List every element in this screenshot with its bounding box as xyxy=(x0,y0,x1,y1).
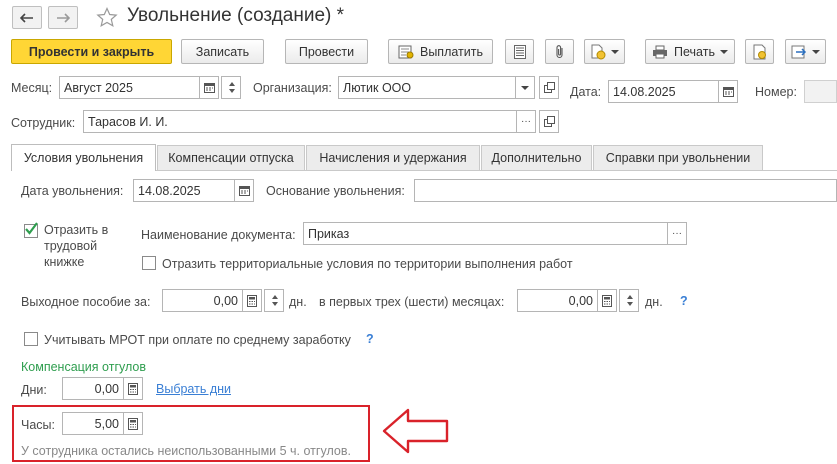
export-icon xyxy=(791,45,807,58)
document-name-field[interactable]: Приказ xyxy=(303,222,668,245)
calendar-icon xyxy=(722,87,734,97)
month-label: Месяц: xyxy=(11,81,53,95)
print-button[interactable]: Печать xyxy=(645,39,735,64)
select-days-link[interactable]: Выбрать дни xyxy=(156,382,231,396)
mrot-label: Учитывать МРОТ при оплате по среднему за… xyxy=(44,333,351,347)
calculator-icon xyxy=(602,294,612,307)
calendar-icon xyxy=(238,186,250,196)
paperclip-icon xyxy=(555,45,563,59)
reflect-in-workbook-label-line1: Отразить в xyxy=(44,223,109,237)
open-link-icon xyxy=(543,82,555,93)
calculator-icon xyxy=(128,382,138,395)
severance-calculator-button[interactable] xyxy=(242,289,262,312)
organization-open-button[interactable] xyxy=(539,76,559,99)
month-field[interactable]: Август 2025 xyxy=(59,76,200,99)
employee-open-button[interactable] xyxy=(539,110,559,133)
back-button[interactable] xyxy=(12,6,42,29)
list-icon xyxy=(513,44,526,59)
first-months-spinner[interactable] xyxy=(619,289,639,312)
tab-additional[interactable]: Дополнительно xyxy=(481,145,592,170)
create-based-on-button[interactable] xyxy=(584,39,625,64)
mrot-help-icon[interactable]: ? xyxy=(366,332,374,346)
reflect-in-workbook-label-line2: трудовой xyxy=(44,239,98,253)
date-field[interactable]: 14.08.2025 xyxy=(608,80,719,103)
dismissal-reason-field[interactable] xyxy=(414,179,837,202)
printer-icon xyxy=(653,45,668,58)
month-calendar-button[interactable] xyxy=(199,76,219,99)
attach-button[interactable] xyxy=(545,39,574,64)
dismissal-date-field[interactable]: 14.08.2025 xyxy=(133,179,235,202)
severance-spinner[interactable] xyxy=(264,289,284,312)
employee-label: Сотрудник: xyxy=(11,116,76,130)
document-name-label: Наименование документа: xyxy=(141,228,296,242)
territorial-conditions-checkbox[interactable] xyxy=(142,256,156,270)
post-button[interactable]: Провести xyxy=(285,39,368,64)
page-title: Увольнение (создание) * xyxy=(127,5,345,26)
tab-dismissal-conditions[interactable]: Условия увольнения xyxy=(11,144,156,171)
report-button[interactable] xyxy=(745,39,774,64)
first-months-field[interactable]: 0,00 xyxy=(517,289,598,312)
save-button[interactable]: Записать xyxy=(181,39,264,64)
mrot-checkbox[interactable] xyxy=(24,332,38,346)
employee-field[interactable]: Тарасов И. И. xyxy=(83,110,517,133)
dismissal-date-calendar-button[interactable] xyxy=(234,179,254,202)
organization-label: Организация: xyxy=(253,81,332,95)
arrow-right-icon xyxy=(57,12,70,23)
list-button[interactable] xyxy=(505,39,534,64)
days-calculator-button[interactable] xyxy=(123,377,143,400)
remaining-days-off-note: У сотрудника остались неиспользованными … xyxy=(21,444,351,458)
chevron-down-icon xyxy=(812,49,820,54)
calendar-icon xyxy=(203,83,215,93)
document-name-select-button[interactable]: ··· xyxy=(667,222,687,245)
first-months-calculator-button[interactable] xyxy=(597,289,617,312)
days-label: Дни: xyxy=(21,383,47,397)
star-icon[interactable] xyxy=(96,7,118,28)
calculator-icon xyxy=(247,294,257,307)
severance-field[interactable]: 0,00 xyxy=(162,289,243,312)
tab-vacation-compensation[interactable]: Компенсации отпуска xyxy=(157,145,305,170)
checkmark-icon xyxy=(25,222,38,235)
chevron-down-icon xyxy=(611,49,619,54)
reflect-in-workbook-label-line3: книжке xyxy=(44,255,85,269)
dismissal-reason-label: Основание увольнения: xyxy=(266,184,405,198)
organization-field[interactable]: Лютик ООО xyxy=(338,76,516,99)
open-link-icon xyxy=(543,116,555,127)
severance-help-icon[interactable]: ? xyxy=(680,294,688,308)
month-spinner[interactable] xyxy=(221,76,241,99)
organization-dropdown-button[interactable] xyxy=(515,76,535,99)
territorial-conditions-label: Отразить территориальные условия по терр… xyxy=(162,257,573,271)
report-icon xyxy=(753,44,766,59)
chevron-down-icon xyxy=(719,49,728,54)
forward-button[interactable] xyxy=(48,6,78,29)
print-label: Печать xyxy=(674,44,715,59)
chevron-down-icon xyxy=(521,85,529,90)
comp-section-title: Компенсация отгулов xyxy=(21,360,146,374)
pay-icon xyxy=(398,45,414,58)
severance-label: Выходное пособие за: xyxy=(21,295,151,309)
date-calendar-button[interactable] xyxy=(718,80,738,103)
employee-select-button[interactable]: ··· xyxy=(516,110,536,133)
number-label: Номер: xyxy=(755,85,797,99)
dismissal-date-label: Дата увольнения: xyxy=(21,184,124,198)
post-and-close-button[interactable]: Провести и закрыть xyxy=(11,39,172,64)
pay-label: Выплатить xyxy=(419,44,483,59)
arrow-left-icon xyxy=(20,12,33,23)
reflect-in-workbook-checkbox[interactable] xyxy=(24,222,38,238)
document-create-icon xyxy=(591,44,606,59)
tab-accruals-deductions[interactable]: Начисления и удержания xyxy=(306,145,480,170)
calculator-icon xyxy=(128,417,138,430)
hours-calculator-button[interactable] xyxy=(123,412,143,435)
pay-button[interactable]: Выплатить xyxy=(388,39,493,64)
hours-field[interactable]: 5,00 xyxy=(62,412,124,435)
tab-dismissal-certificates[interactable]: Справки при увольнении xyxy=(593,145,763,170)
severance-days-unit: дн. xyxy=(289,295,307,309)
arrow-left-annotation-icon xyxy=(382,408,449,454)
first-months-label: в первых трех (шести) месяцах: xyxy=(319,295,505,309)
more-actions-button[interactable] xyxy=(785,39,826,64)
first-months-days-unit: дн. xyxy=(645,295,663,309)
hours-label: Часы: xyxy=(21,418,55,432)
number-field[interactable] xyxy=(804,80,837,103)
date-label: Дата: xyxy=(570,85,602,99)
days-field[interactable]: 0,00 xyxy=(62,377,124,400)
